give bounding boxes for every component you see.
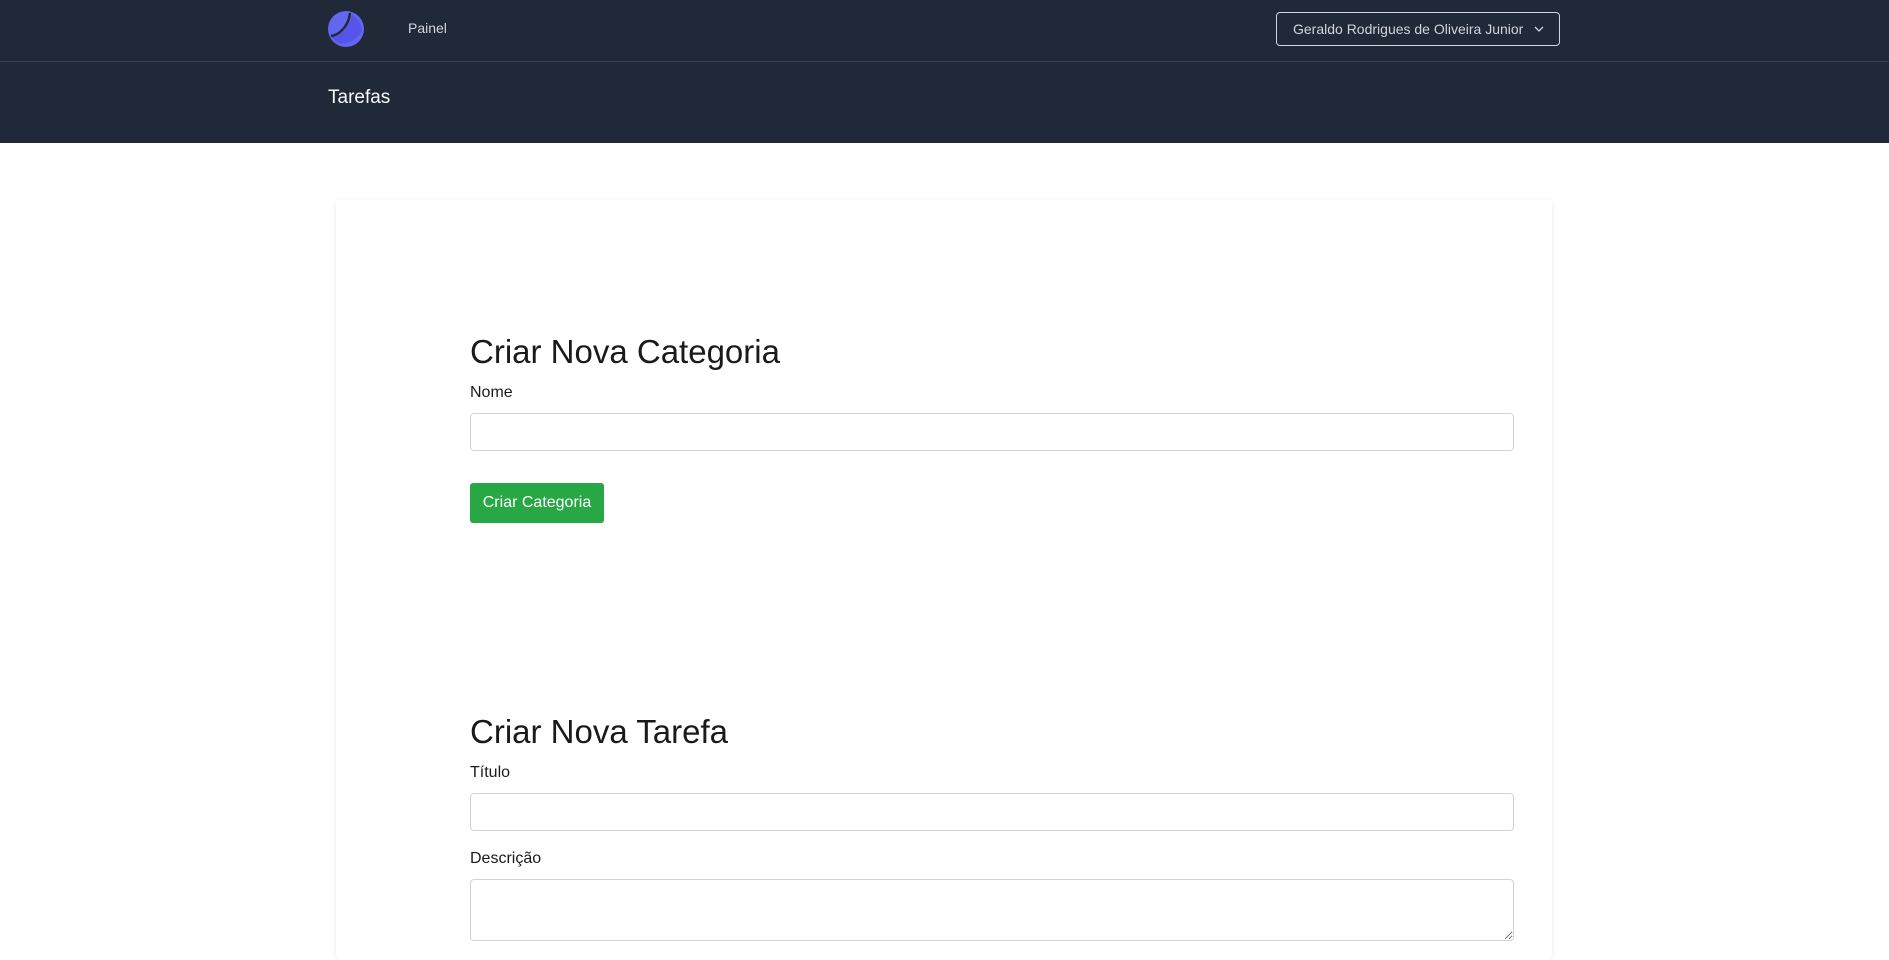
task-title-input[interactable] (470, 793, 1514, 831)
page-title: Tarefas (328, 87, 391, 108)
create-category-button[interactable]: Criar Categoria (470, 483, 604, 523)
category-name-input[interactable] (470, 413, 1514, 451)
category-name-label: Nome (470, 384, 513, 401)
content-card (336, 200, 1552, 960)
task-form-title: Criar Nova Tarefa (470, 713, 728, 750)
chevron-down-icon (1534, 26, 1544, 32)
user-menu-button[interactable]: Geraldo Rodrigues de Oliveira Junior (1276, 12, 1560, 46)
page-header: Tarefas (0, 62, 1889, 143)
crescent-logo-icon[interactable] (328, 11, 364, 47)
nav-link-painel[interactable]: Painel (408, 20, 447, 36)
task-title-label: Título (470, 764, 511, 781)
category-form-title: Criar Nova Categoria (470, 333, 780, 370)
task-description-textarea[interactable] (470, 879, 1514, 941)
task-description-label: Descrição (470, 850, 542, 867)
top-navbar: Painel Geraldo Rodrigues de Oliveira Jun… (0, 0, 1889, 62)
user-name: Geraldo Rodrigues de Oliveira Junior (1293, 21, 1524, 37)
